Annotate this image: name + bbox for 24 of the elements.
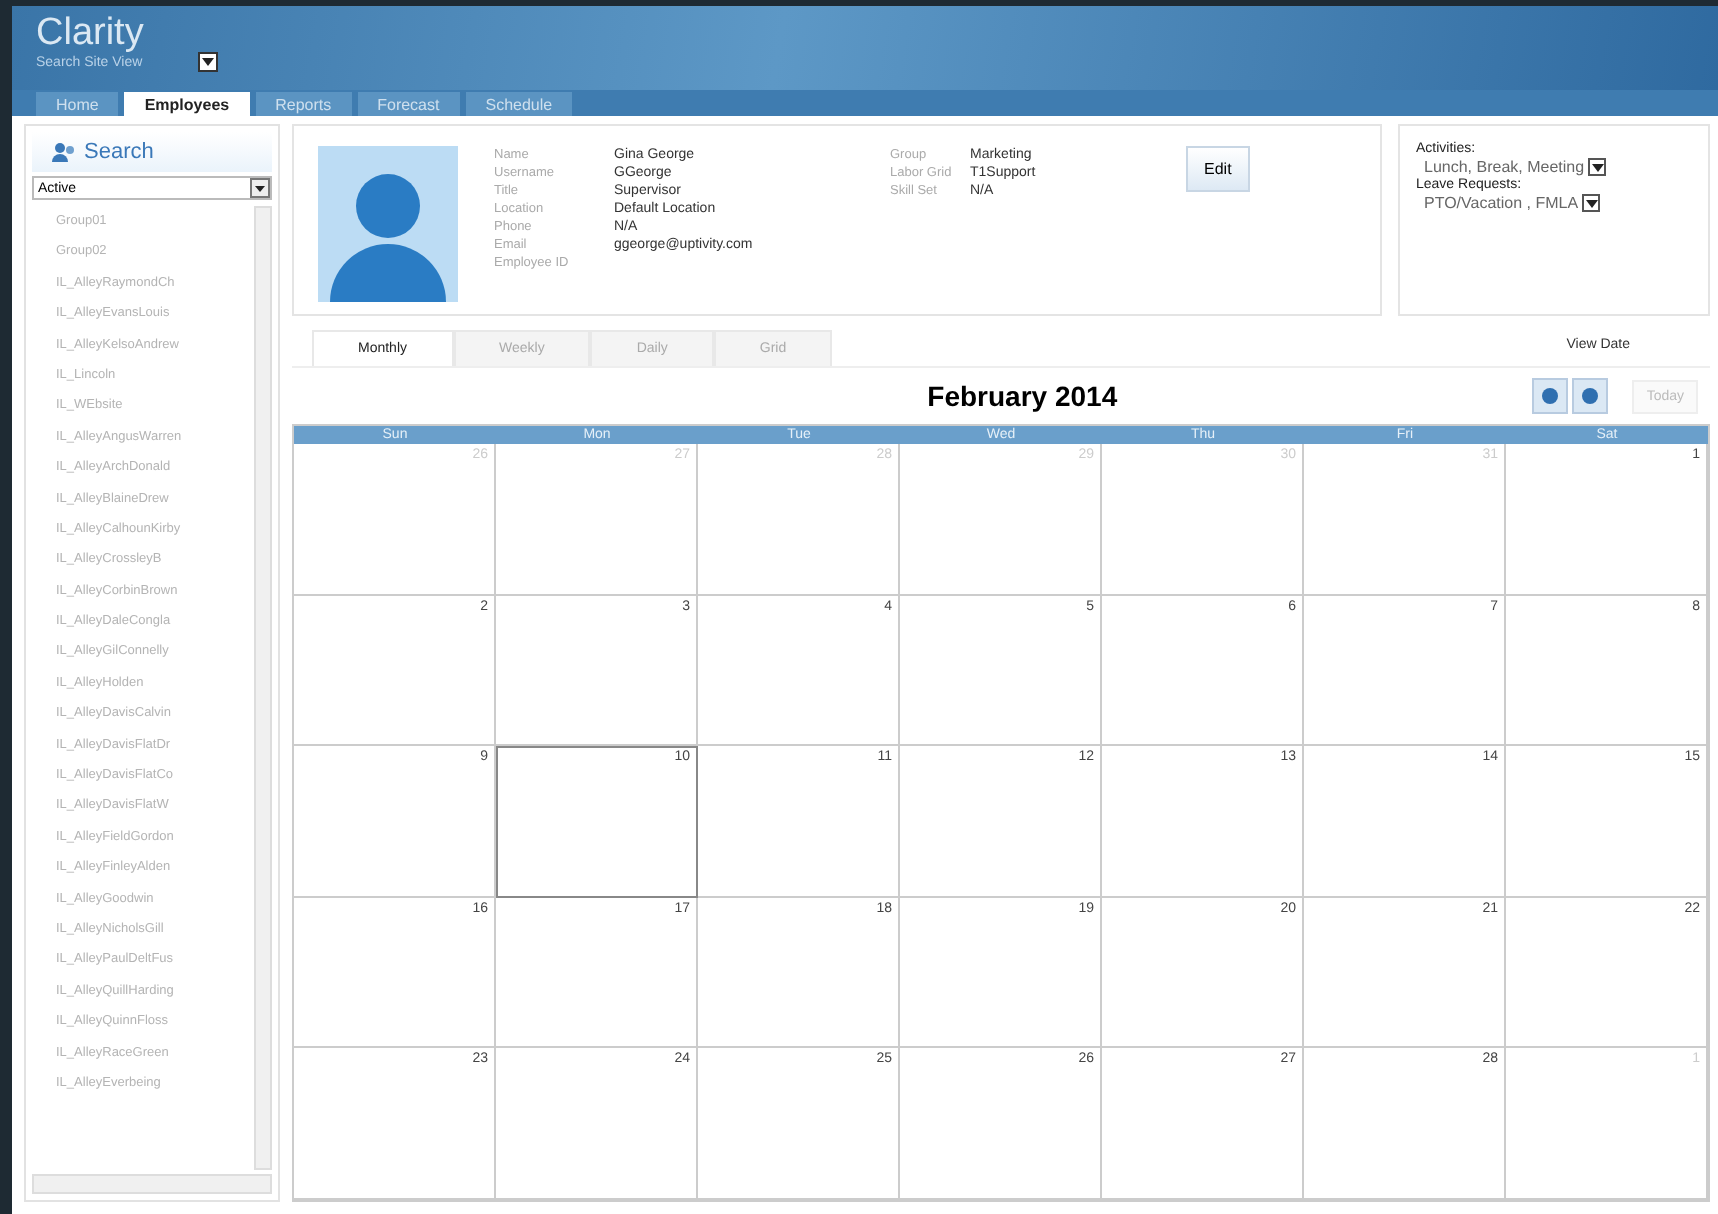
circle-icon [1542,388,1559,404]
nav-tab[interactable]: Schedule [465,92,573,116]
nav-tab[interactable]: Forecast [357,92,460,116]
app-logo: Clarity [36,14,146,52]
caret-icon [1591,163,1604,171]
previous-button[interactable] [1532,378,1569,414]
caret-icon [250,178,270,198]
caret-icon [1585,199,1598,207]
scrollbar[interactable] [254,206,272,1170]
search-button[interactable]: Search [32,132,272,172]
circle-icon [1582,388,1599,404]
nav-tab[interactable]: Employees [124,92,250,116]
edit-button[interactable]: Edit [1186,146,1250,192]
nav-tab[interactable]: Reports [255,92,352,116]
avatar-icon [318,146,458,302]
people-icon [52,142,76,162]
nav-tab[interactable]: Home [36,92,119,116]
next-button[interactable] [1572,378,1609,414]
dropdown-button[interactable] [198,52,219,72]
scrollbar[interactable] [32,1174,272,1194]
caret-icon [202,58,215,66]
activities-dropdown[interactable]: Lunch, Break, Meeting [1416,158,1692,176]
leave-dropdown[interactable]: PTO/Vacation , FMLA [1416,194,1692,212]
month-title: February 2014 [925,380,1120,412]
